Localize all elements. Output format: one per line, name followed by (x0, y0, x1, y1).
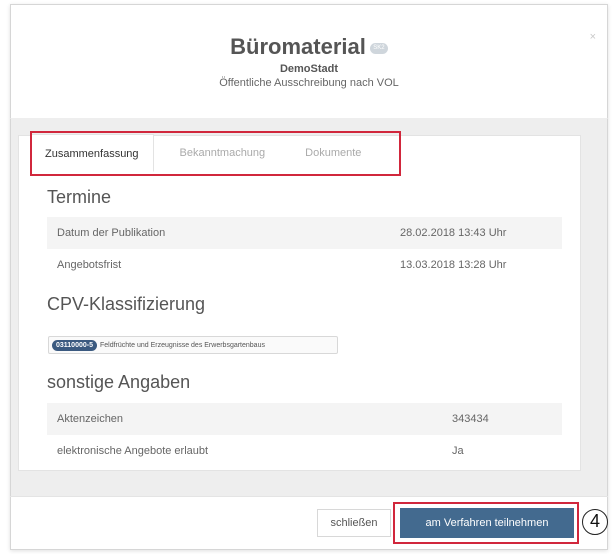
section-title-cpv: CPV-Klassifizierung (47, 294, 206, 314)
cpv-description: Feldfrüchte und Erzeugnisse des Erwerbsg… (99, 341, 265, 349)
row-label: Aktenzeichen (57, 413, 124, 425)
tab-highlight-frame (30, 131, 401, 176)
row-label: Datum der Publikation (57, 227, 166, 239)
table-row: Angebotsfrist 13.03.2018 13:28 Uhr (47, 249, 562, 281)
organization-name: DemoStadt (279, 63, 339, 75)
title-badge: SK2 (369, 42, 388, 54)
close-button[interactable]: schließen (317, 509, 391, 537)
row-label: elektronische Angebote erlaubt (57, 445, 209, 457)
row-value: 343434 (452, 413, 489, 425)
procedure-type: Öffentliche Ausschreibung nach VOL (219, 77, 399, 89)
row-value: 28.02.2018 13:43 Uhr (400, 227, 507, 239)
row-value: Ja (452, 445, 464, 457)
section-title-termine: Termine (47, 187, 112, 207)
modal-header: × Büromaterial SK2 DemoStadt Öffentliche … (10, 4, 608, 122)
table-row: Aktenzeichen 343434 (47, 403, 562, 435)
footer-divider (10, 496, 608, 497)
step-marker: 4 (582, 509, 608, 535)
cpv-code-badge: 03110000-5 (52, 339, 97, 351)
row-value: 13.03.2018 13:28 Uhr (400, 259, 507, 271)
table-row: elektronische Angebote erlaubt Ja (47, 435, 562, 467)
cpv-chip: 03110000-5 Feldfrüchte und Erzeugnisse d… (48, 336, 338, 354)
section-title-sonstige: sonstige Angaben (47, 372, 191, 392)
table-row: Datum der Publikation 28.02.2018 13:43 U… (47, 217, 562, 249)
button-highlight-frame (393, 502, 579, 544)
row-label: Angebotsfrist (57, 259, 122, 271)
title-row: Büromaterial SK2 (10, 34, 608, 60)
page-title: Büromaterial (230, 34, 366, 59)
